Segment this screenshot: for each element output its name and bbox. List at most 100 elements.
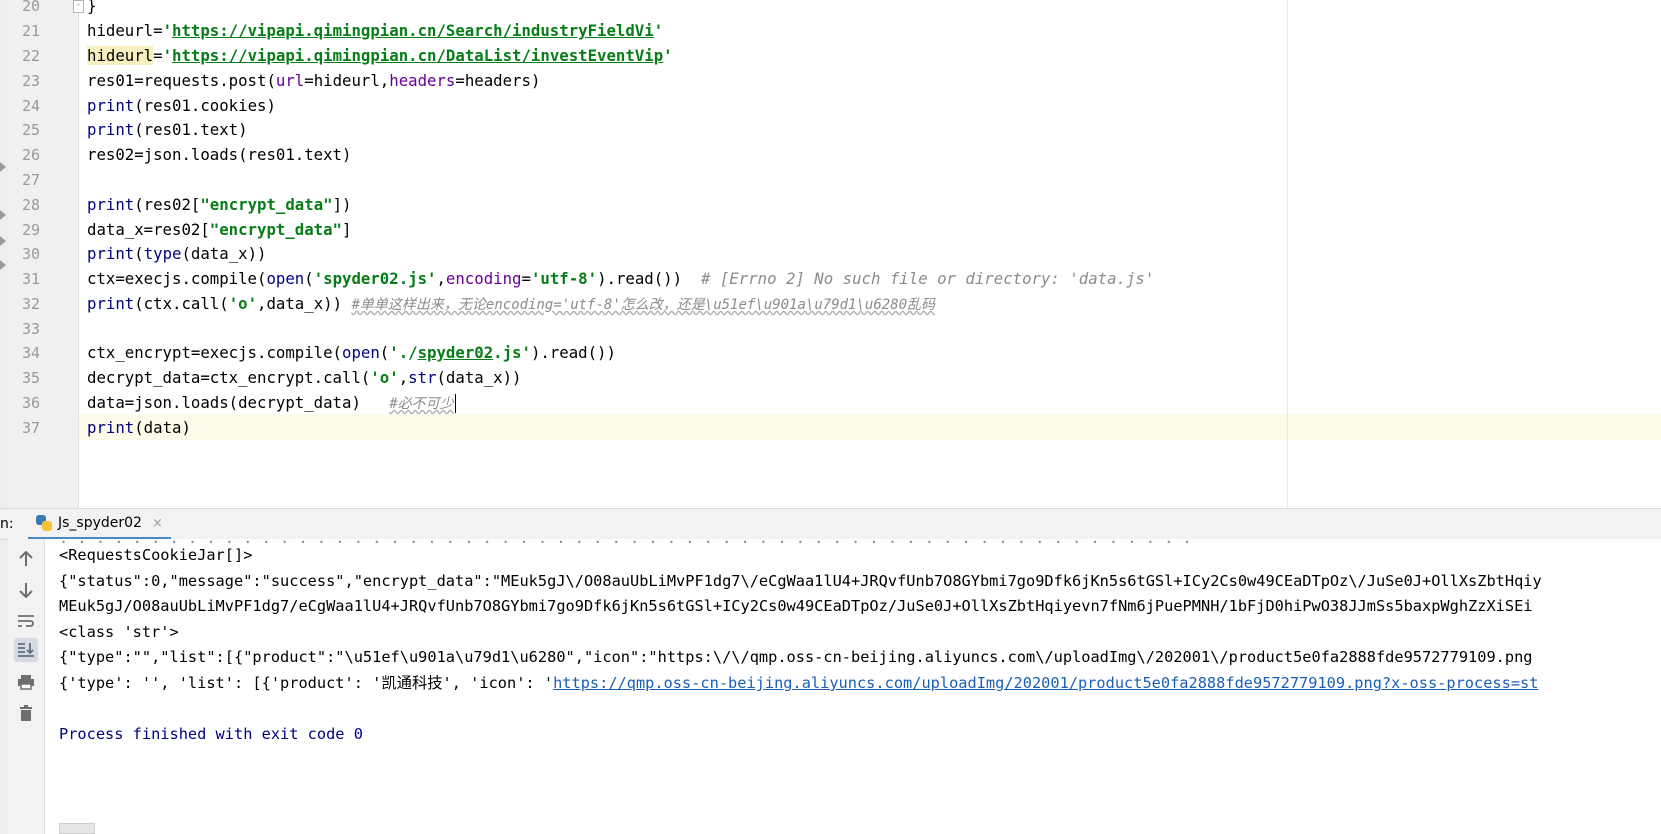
scroll-to-end-icon[interactable] — [14, 638, 38, 662]
code-builtin: open — [342, 343, 380, 362]
code-comment: #必不可少 — [389, 396, 454, 412]
code-builtin: type — [143, 244, 182, 263]
soft-wrap-icon[interactable] — [14, 609, 38, 633]
code-text: (data_x)) — [181, 244, 267, 263]
code-text: (data) — [134, 418, 191, 437]
run-panel-header: n: Js_spyder02 × — [0, 508, 1661, 540]
code-text: = — [153, 46, 163, 65]
code-text: ctx_encrypt=execjs.compile( — [87, 343, 343, 362]
run-console-output[interactable]: . . . . . . . . . . . . . . . . . . . . … — [45, 539, 1661, 834]
code-line-24[interactable]: print(res01.cookies) — [87, 93, 276, 119]
code-line-37[interactable]: print(data) — [87, 415, 191, 441]
console-line: {'type': '', 'list': [{'product': '凯通科技'… — [59, 670, 1538, 696]
code-param: url — [275, 71, 305, 90]
code-text: (res01.cookies) — [134, 96, 276, 115]
code-text: hideurl= — [87, 21, 163, 40]
code-line-25[interactable]: print(res01.text) — [87, 117, 248, 143]
code-builtin: print — [87, 294, 135, 313]
code-text: ( — [379, 343, 390, 362]
console-text: 凯通科技 — [381, 674, 443, 692]
code-string: 'o' — [370, 368, 399, 387]
line-number: 36 — [21, 394, 40, 412]
code-line-36[interactable]: data=json.loads(decrypt_data) #必不可少 — [87, 390, 456, 417]
console-text: {'type': '', 'list': [{'product': ' — [59, 674, 382, 692]
run-tab-js-spyder02[interactable]: Js_spyder02 × — [28, 509, 171, 540]
code-line-29[interactable]: data_x=res02["encrypt_data"] — [87, 217, 351, 243]
collapse-arrow-icon[interactable] — [0, 162, 6, 172]
code-text: res01=requests.post( — [87, 71, 276, 90]
code-url-link[interactable]: https://vipapi.qimingpian.cn/DataList/in… — [172, 46, 663, 65]
code-text: data_x=res02[ — [87, 220, 210, 239]
code-text: ]) — [332, 195, 352, 214]
close-icon[interactable]: × — [152, 516, 163, 531]
code-line-32[interactable]: print(ctx.call('o',data_x)) #单单这样出来，无论en… — [87, 291, 935, 318]
code-line-34[interactable]: ctx_encrypt=execjs.compile(open('./spyde… — [87, 340, 616, 366]
console-text: ', 'icon': ' — [442, 674, 554, 692]
code-text: data=json.loads(decrypt_data) — [87, 393, 390, 412]
code-text: ).read()) — [597, 269, 683, 288]
code-line-35[interactable]: decrypt_data=ctx_encrypt.call('o',str(da… — [87, 365, 522, 391]
arrow-up-icon[interactable] — [14, 547, 38, 571]
code-string: "encrypt_data" — [200, 195, 333, 214]
line-number: 23 — [21, 72, 40, 90]
right-margin-guide — [1287, 0, 1288, 508]
collapse-arrow-icon[interactable] — [0, 236, 6, 246]
code-text: (res01.text) — [134, 120, 248, 139]
trash-icon[interactable] — [14, 701, 38, 725]
code-text: ).read()) — [530, 343, 616, 362]
code-param: encoding — [445, 269, 522, 288]
code-builtin: print — [87, 195, 135, 214]
code-builtin: str — [408, 368, 437, 387]
fold-collapse-icon[interactable]: - — [73, 0, 84, 13]
code-text: , — [398, 368, 409, 387]
collapse-arrow-icon[interactable] — [0, 210, 6, 220]
code-string: 'o' — [228, 294, 258, 313]
horizontal-scrollbar[interactable] — [59, 823, 95, 834]
code-line-23[interactable]: res01=requests.post(url=hideurl,headers=… — [87, 68, 540, 94]
code-line-21[interactable]: hideurl= 'https://vipapi.qimingpian.cn/Se… — [87, 18, 663, 44]
code-string: ' — [653, 21, 664, 40]
code-string: ' — [663, 46, 673, 65]
code-string: "encrypt_data" — [209, 220, 343, 239]
line-number: 24 — [21, 97, 40, 115]
line-number: 37 — [21, 419, 40, 437]
line-number: 26 — [21, 146, 40, 164]
left-tool-strip — [0, 0, 8, 834]
code-line-31[interactable]: ctx=execjs.compile(open('spyder02.js',en… — [87, 266, 1154, 292]
line-number: 28 — [21, 196, 40, 214]
code-string: 'utf-8' — [530, 269, 598, 288]
collapse-arrow-icon[interactable] — [0, 260, 6, 270]
line-number: 34 — [21, 344, 40, 362]
run-tab-label: Js_spyder02 — [58, 515, 142, 531]
console-line: MEuk5gJ/O08auUbLiMvPF1dg7/eCgWaa1lU4+JRQ… — [59, 597, 1533, 615]
line-number: 31 — [21, 270, 40, 288]
code-text: ctx=execjs.compile( — [87, 269, 267, 288]
current-line-highlight — [79, 414, 1661, 440]
code-text: =hideurl, — [304, 71, 390, 90]
code-line-20[interactable]: } — [87, 0, 96, 19]
code-text: , — [436, 269, 446, 288]
code-url-link[interactable]: https://vipapi.qimingpian.cn/Search/indu… — [172, 21, 654, 40]
process-exit-message: Process finished with exit code 0 — [59, 725, 363, 743]
code-string: ' — [162, 46, 173, 65]
code-line-30[interactable]: print(type(data_x)) — [87, 241, 266, 267]
print-icon[interactable] — [14, 670, 38, 694]
run-panel-label: n: — [0, 516, 14, 532]
code-builtin: open — [266, 269, 305, 288]
text-caret — [454, 394, 456, 413]
code-builtin: print — [87, 96, 135, 115]
line-number: 35 — [21, 369, 40, 387]
line-number: 29 — [21, 221, 40, 239]
code-line-26[interactable]: res02=json.loads(res01.text) — [87, 142, 351, 168]
code-text: =headers) — [455, 71, 541, 90]
code-line-22[interactable]: hideurl='https://vipapi.qimingpian.cn/Da… — [87, 43, 673, 69]
line-number: 22 — [21, 47, 40, 65]
code-text: = — [521, 269, 531, 288]
arrow-down-icon[interactable] — [14, 578, 38, 602]
code-text: (data_x)) — [436, 368, 522, 387]
console-url-link[interactable]: https://qmp.oss-cn-beijing.aliyuncs.com/… — [553, 674, 1538, 692]
code-text: ,data_x)) — [257, 294, 352, 313]
code-line-28[interactable]: print(res02["encrypt_data"]) — [87, 192, 351, 218]
line-number: 33 — [21, 320, 40, 338]
code-text: } — [87, 0, 97, 15]
